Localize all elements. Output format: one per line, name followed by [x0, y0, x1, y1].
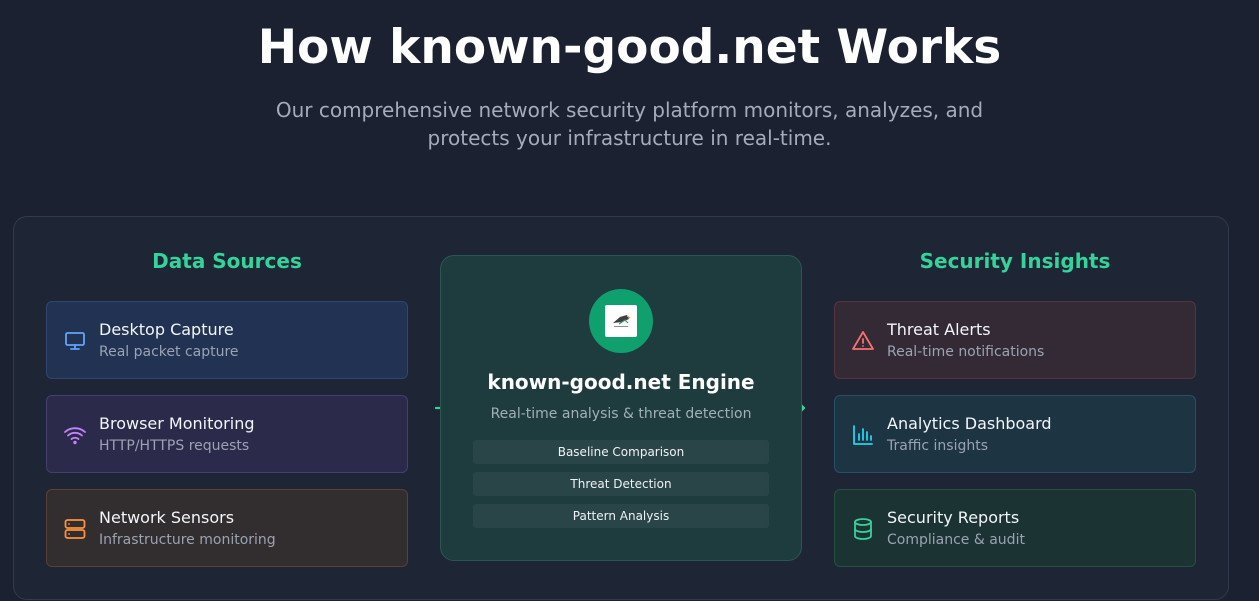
card-title: Threat Alerts: [887, 320, 991, 339]
card-subtitle: Traffic insights: [887, 438, 989, 454]
monitor-icon: [65, 332, 85, 350]
page-title: How known-good.net Works: [257, 20, 1002, 75]
insight-card-threat-alerts[interactable]: Threat Alerts Real-time notifications: [834, 301, 1196, 379]
insight-card-security-reports[interactable]: Security Reports Compliance & audit: [834, 489, 1196, 567]
source-card-network-sensors[interactable]: Network Sensors Infrastructure monitorin…: [46, 489, 408, 567]
bar-chart-icon: [853, 425, 873, 445]
card-title: Browser Monitoring: [99, 414, 255, 433]
feature-baseline-comparison: Baseline Comparison: [473, 440, 769, 464]
wifi-icon: [64, 427, 86, 445]
card-subtitle: Infrastructure monitoring: [99, 532, 276, 548]
server-icon: [64, 519, 86, 539]
logo-image: [605, 305, 637, 337]
card-subtitle: Real-time notifications: [887, 344, 1045, 360]
logo-mark-icon: [613, 315, 631, 327]
card-title: Desktop Capture: [99, 320, 234, 339]
card-subtitle: HTTP/HTTPS requests: [99, 438, 250, 454]
data-sources-heading: Data Sources: [152, 249, 302, 273]
card-subtitle: Real packet capture: [99, 344, 239, 360]
engine-card: known-good.net Engine Real-time analysis…: [440, 255, 802, 561]
database-icon: [854, 518, 872, 540]
card-subtitle: Compliance & audit: [887, 532, 1025, 548]
engine-tagline: Real-time analysis & threat detection: [490, 406, 752, 422]
card-title: Security Reports: [887, 508, 1020, 527]
alert-triangle-icon: [852, 331, 874, 350]
source-card-desktop-capture[interactable]: Desktop Capture Real packet capture: [46, 301, 408, 379]
card-title: Network Sensors: [99, 508, 235, 527]
engine-name: known-good.net Engine: [487, 370, 755, 394]
source-card-browser-monitoring[interactable]: Browser Monitoring HTTP/HTTPS requests: [46, 395, 408, 473]
security-insights-heading: Security Insights: [919, 249, 1111, 273]
insight-card-analytics-dashboard[interactable]: Analytics Dashboard Traffic insights: [834, 395, 1196, 473]
card-title: Analytics Dashboard: [887, 414, 1052, 433]
engine-logo: [589, 289, 653, 353]
feature-threat-detection: Threat Detection: [473, 472, 769, 496]
page-subtitle: Our comprehensive network security platf…: [275, 98, 984, 150]
feature-pattern-analysis: Pattern Analysis: [473, 504, 769, 528]
